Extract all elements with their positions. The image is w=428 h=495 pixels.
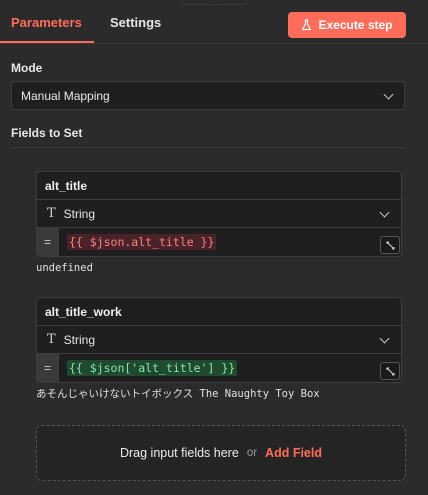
expand-editor-button[interactable] — [380, 362, 400, 380]
field-type-select[interactable]: T String — [37, 326, 401, 354]
text-type-icon: T — [47, 206, 56, 221]
chevron-down-icon — [379, 333, 390, 344]
active-tab-indicator — [0, 41, 94, 43]
mode-selected-value: Manual Mapping — [21, 88, 110, 103]
add-field-button[interactable]: Add Field — [265, 446, 322, 460]
field-type-value: String — [63, 206, 96, 221]
field-card: alt_title T String = {{ $json.alt_title … — [36, 171, 402, 257]
chevron-down-icon — [379, 207, 390, 218]
add-field-dropzone[interactable]: Drag input fields here or Add Field — [36, 425, 406, 481]
field-value-row: = {{ $json.alt_title }} — [37, 228, 401, 256]
open-editor-icon — [385, 240, 395, 250]
field-value-expression[interactable]: {{ $json['alt_title'] }} — [59, 354, 401, 382]
chevron-down-icon — [383, 89, 394, 100]
field-type-select[interactable]: T String — [37, 200, 401, 228]
execute-step-label: Execute step — [318, 18, 393, 32]
mode-select[interactable]: Manual Mapping — [11, 81, 405, 110]
open-editor-icon — [385, 366, 395, 376]
tab-settings[interactable]: Settings — [110, 15, 161, 30]
expand-editor-button[interactable] — [380, 236, 400, 254]
expression-equals-icon: = — [37, 354, 59, 382]
expression-result: あそんじゃいけないトイボックス The Naughty Toy Box — [36, 388, 320, 400]
dropzone-text: Drag input fields here — [119, 446, 239, 460]
field-name-input[interactable]: alt_title_work — [37, 298, 401, 326]
field-name-input[interactable]: alt_title — [37, 172, 401, 200]
execute-step-button[interactable]: Execute step — [288, 12, 406, 38]
expression-equals-icon: = — [37, 228, 59, 256]
field-card: alt_title_work T String = {{ $json['alt_… — [36, 297, 402, 383]
expression-result: undefined — [36, 262, 93, 274]
dropzone-or: or — [246, 447, 258, 459]
section-divider — [11, 147, 405, 148]
flask-icon — [302, 19, 312, 31]
text-type-icon: T — [47, 332, 56, 347]
fields-to-set-label: Fields to Set — [11, 126, 83, 140]
field-value-expression[interactable]: {{ $json.alt_title }} — [59, 228, 401, 256]
mode-label: Mode — [11, 61, 43, 75]
field-type-value: String — [63, 332, 96, 347]
tab-parameters[interactable]: Parameters — [11, 15, 82, 30]
field-value-row: = {{ $json['alt_title'] }} — [37, 354, 401, 382]
